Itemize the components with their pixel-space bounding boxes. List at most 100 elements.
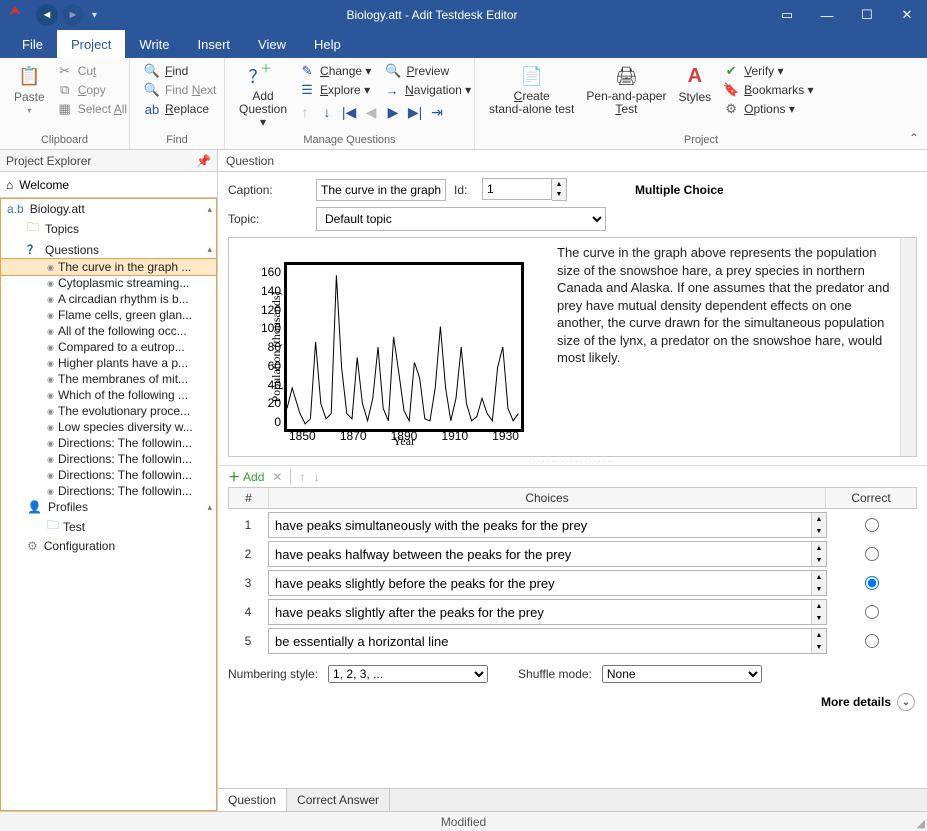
- chevron-down-icon[interactable]: ⌄: [897, 693, 915, 711]
- nav-back-button[interactable]: ◄: [36, 4, 58, 26]
- menu-help[interactable]: Help: [300, 30, 355, 58]
- find-button[interactable]: 🔍Find: [142, 62, 218, 80]
- tree-question-item[interactable]: ◉Flame cells, green glan...: [1, 307, 216, 323]
- spin-down[interactable]: ▼: [812, 612, 826, 624]
- tree-question-item[interactable]: ◉The curve in the graph ...: [1, 259, 216, 275]
- add-question-button[interactable]: ？＋ AddQuestion ▾: [233, 62, 293, 132]
- numbering-select[interactable]: 1, 2, 3, ...: [328, 665, 488, 683]
- create-standalone-button[interactable]: 📄 Createstand-alone test: [483, 62, 580, 118]
- question-passage[interactable]: The curve in the graph above represents …: [549, 238, 900, 456]
- tree-question-item[interactable]: ◉The membranes of mit...: [1, 371, 216, 387]
- tree-question-item[interactable]: ◉Low species diversity w...: [1, 419, 216, 435]
- correct-radio[interactable]: [865, 634, 879, 648]
- replace-button[interactable]: abReplace: [142, 100, 218, 118]
- correct-radio[interactable]: [865, 605, 879, 619]
- cut-button[interactable]: ✂Cut: [55, 62, 129, 80]
- nav-forward-button[interactable]: ►: [62, 4, 84, 26]
- maximize-button[interactable]: ☐: [847, 0, 887, 30]
- more-details-button[interactable]: More details: [821, 695, 891, 709]
- tree-profile-item[interactable]: 🗀 Test: [1, 515, 216, 538]
- styles-button[interactable]: A Styles: [672, 62, 717, 106]
- move-down-button[interactable]: ↓: [313, 470, 319, 484]
- nav-down-icon[interactable]: ↓: [319, 104, 335, 120]
- spin-down[interactable]: ▼: [812, 641, 826, 653]
- choice-input[interactable]: [269, 629, 811, 653]
- paste-button[interactable]: 📋 Paste ▾: [8, 62, 51, 117]
- tree-question-item[interactable]: ◉A circadian rhythm is b...: [1, 291, 216, 307]
- choice-input[interactable]: [269, 542, 811, 566]
- caption-input[interactable]: [316, 179, 446, 201]
- tree-question-item[interactable]: ◉Higher plants have a p...: [1, 355, 216, 371]
- id-spin-up[interactable]: ▲: [552, 179, 566, 190]
- tree-question-item[interactable]: ◉Directions: The followin...: [1, 435, 216, 451]
- close-button[interactable]: ✕: [887, 0, 927, 30]
- project-tree[interactable]: a.bBiology.att ▴ 🗀Topics ？Questions ▴ ◉T…: [0, 198, 217, 811]
- spin-up[interactable]: ▲: [812, 542, 826, 554]
- resize-grip[interactable]: ◢: [917, 817, 925, 830]
- delete-choice-button[interactable]: ✕: [272, 470, 282, 484]
- nav-jump-icon[interactable]: ⇥: [429, 104, 445, 120]
- ribbon-display-options[interactable]: ▭: [767, 0, 807, 30]
- choice-input[interactable]: [269, 571, 811, 595]
- nav-play-icon[interactable]: ▶: [385, 104, 401, 120]
- topic-select[interactable]: Default topic: [316, 207, 606, 231]
- menu-insert[interactable]: Insert: [184, 30, 245, 58]
- find-next-button[interactable]: 🔍Find Next: [142, 81, 218, 99]
- add-choice-button[interactable]: ＋Add: [228, 468, 264, 485]
- tree-question-item[interactable]: ◉The evolutionary proce...: [1, 403, 216, 419]
- tree-question-item[interactable]: ◉Directions: The followin...: [1, 467, 216, 483]
- nav-up-icon[interactable]: ↑: [297, 104, 313, 120]
- tree-question-item[interactable]: ◉Compared to a eutrop...: [1, 339, 216, 355]
- spin-up[interactable]: ▲: [812, 571, 826, 583]
- nav-last-icon[interactable]: ▶|: [407, 104, 423, 120]
- nav-first-icon[interactable]: |◀: [341, 104, 357, 120]
- tree-configuration[interactable]: ⚙Configuration: [1, 538, 216, 554]
- tree-file[interactable]: a.bBiology.att ▴: [1, 201, 216, 217]
- tree-question-item[interactable]: ◉Cytoplasmic streaming...: [1, 275, 216, 291]
- navigation-button[interactable]: →Navigation ▾: [382, 81, 473, 99]
- nav-prev-icon[interactable]: ◀: [363, 104, 379, 120]
- select-all-button[interactable]: ▦Select All: [55, 100, 129, 118]
- tree-question-item[interactable]: ◉Directions: The followin...: [1, 451, 216, 467]
- move-up-button[interactable]: ↑: [299, 470, 305, 484]
- choice-input[interactable]: [269, 513, 811, 537]
- menu-project[interactable]: Project: [57, 30, 125, 58]
- welcome-row[interactable]: ⌂ Welcome: [0, 172, 217, 198]
- tab-correct-answer[interactable]: Correct Answer: [287, 789, 390, 811]
- minimize-button[interactable]: —: [807, 0, 847, 30]
- collapse-icon[interactable]: ▴: [207, 244, 212, 255]
- spin-down[interactable]: ▼: [812, 525, 826, 537]
- shuffle-select[interactable]: None: [602, 665, 762, 683]
- tree-topics[interactable]: 🗀Topics: [1, 217, 216, 240]
- menu-write[interactable]: Write: [125, 30, 183, 58]
- collapse-icon[interactable]: ▴: [207, 204, 212, 215]
- id-input[interactable]: [482, 178, 552, 200]
- correct-radio[interactable]: [865, 576, 879, 590]
- spin-up[interactable]: ▲: [812, 629, 826, 641]
- tree-question-item[interactable]: ◉All of the following occ...: [1, 323, 216, 339]
- copy-button[interactable]: ⧉Copy: [55, 81, 129, 99]
- tree-profiles[interactable]: 👤Profiles ▴: [1, 499, 216, 515]
- splitter[interactable]: ···················: [218, 457, 927, 465]
- tree-questions[interactable]: ？Questions ▴: [1, 240, 216, 259]
- pen-paper-test-button[interactable]: 🖨 Pen-and-paperTest: [580, 62, 672, 118]
- menu-file[interactable]: File: [8, 30, 57, 58]
- correct-radio[interactable]: [865, 547, 879, 561]
- spin-up[interactable]: ▲: [812, 513, 826, 525]
- tree-question-item[interactable]: ◉Which of the following ...: [1, 387, 216, 403]
- verify-button[interactable]: ✔Verify ▾: [721, 62, 815, 80]
- spin-up[interactable]: ▲: [812, 600, 826, 612]
- correct-radio[interactable]: [865, 518, 879, 532]
- choice-input[interactable]: [269, 600, 811, 624]
- explore-button[interactable]: ☰Explore ▾: [297, 81, 372, 99]
- pin-icon[interactable]: 📌: [196, 154, 211, 168]
- scrollbar[interactable]: [900, 238, 916, 456]
- options-button[interactable]: ⚙Options ▾: [721, 100, 815, 118]
- id-spin-down[interactable]: ▼: [552, 190, 566, 201]
- tab-question[interactable]: Question: [218, 789, 287, 811]
- change-button[interactable]: ✎Change ▾: [297, 62, 373, 80]
- spin-down[interactable]: ▼: [812, 583, 826, 595]
- preview-button[interactable]: 🔍Preview: [383, 62, 451, 80]
- spin-down[interactable]: ▼: [812, 554, 826, 566]
- ribbon-collapse-button[interactable]: ⌃: [909, 131, 919, 145]
